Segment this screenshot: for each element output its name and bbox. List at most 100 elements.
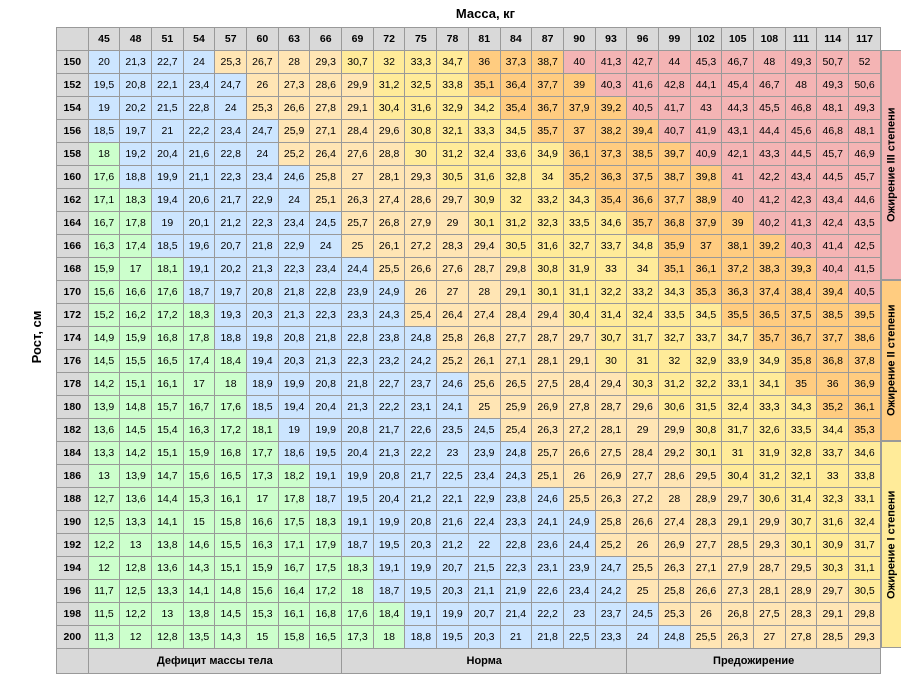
bmi-cell: 49,3 <box>785 51 817 74</box>
axis-top-label: Масса, кг <box>70 0 901 27</box>
bmi-cell: 38,5 <box>627 143 659 166</box>
bmi-cell: 44,5 <box>785 143 817 166</box>
bmi-cell: 24,1 <box>532 511 564 534</box>
bmi-cell: 39 <box>722 212 754 235</box>
bmi-cell: 39,5 <box>849 304 881 327</box>
bmi-cell: 42,5 <box>849 235 881 258</box>
bmi-cell: 23 <box>563 603 595 626</box>
col-header: 45 <box>88 28 120 51</box>
bmi-cell: 18 <box>88 143 120 166</box>
row-header: 186 <box>57 465 89 488</box>
bmi-cell: 17,8 <box>183 327 215 350</box>
col-header: 60 <box>247 28 279 51</box>
bmi-cell: 16,7 <box>278 557 310 580</box>
bmi-cell: 18 <box>373 626 405 649</box>
bmi-cell: 25 <box>627 580 659 603</box>
bmi-cell: 15,6 <box>88 281 120 304</box>
bmi-cell: 27,4 <box>658 511 690 534</box>
bmi-cell: 34,6 <box>849 442 881 465</box>
bmi-cell: 23,4 <box>183 74 215 97</box>
bmi-cell: 32,1 <box>785 465 817 488</box>
bmi-cell: 43,5 <box>849 212 881 235</box>
bmi-cell: 15 <box>247 626 279 649</box>
bmi-cell: 18,7 <box>183 281 215 304</box>
bmi-cell: 20,8 <box>373 465 405 488</box>
bmi-cell: 46,8 <box>817 120 849 143</box>
bmi-cell: 24,2 <box>595 580 627 603</box>
row-header: 160 <box>57 166 89 189</box>
bmi-cell: 42,8 <box>658 74 690 97</box>
bmi-cell: 39,3 <box>785 258 817 281</box>
bmi-cell: 23,9 <box>468 442 500 465</box>
bmi-cell: 29,8 <box>849 603 881 626</box>
bmi-cell: 24,5 <box>468 419 500 442</box>
bmi-cell: 25,2 <box>595 534 627 557</box>
bmi-cell: 16,2 <box>120 304 152 327</box>
col-header: 108 <box>754 28 786 51</box>
bmi-cell: 13,8 <box>183 603 215 626</box>
bmi-cell: 21,7 <box>405 465 437 488</box>
bmi-cell: 37,7 <box>532 74 564 97</box>
bmi-cell: 35,9 <box>658 235 690 258</box>
bmi-cell: 28,4 <box>500 304 532 327</box>
bmi-cell: 25,7 <box>532 442 564 465</box>
bmi-cell: 14,5 <box>88 350 120 373</box>
bmi-cell: 28,6 <box>405 189 437 212</box>
bmi-cell: 19,9 <box>278 373 310 396</box>
bmi-cell: 15,5 <box>215 534 247 557</box>
row-header: 184 <box>57 442 89 465</box>
bmi-cell: 19,8 <box>247 327 279 350</box>
bmi-cell: 35,7 <box>532 120 564 143</box>
bmi-cell: 29 <box>627 419 659 442</box>
bmi-cell: 26,8 <box>468 327 500 350</box>
bmi-cell: 36,7 <box>532 97 564 120</box>
bmi-cell: 29,3 <box>405 166 437 189</box>
bmi-cell: 11,7 <box>88 580 120 603</box>
bmi-cell: 36,9 <box>849 373 881 396</box>
bmi-cell: 33,6 <box>500 143 532 166</box>
bmi-cell: 49,3 <box>849 97 881 120</box>
bmi-cell: 21,3 <box>247 258 279 281</box>
bmi-cell: 29,1 <box>342 97 374 120</box>
col-header: 96 <box>627 28 659 51</box>
side-category-label: Ожирение I степени <box>881 441 901 648</box>
bmi-cell: 19,4 <box>278 396 310 419</box>
bmi-cell: 25,8 <box>595 511 627 534</box>
row-header: 182 <box>57 419 89 442</box>
bmi-cell: 20,3 <box>437 580 469 603</box>
bmi-cell: 42,1 <box>722 143 754 166</box>
bmi-cell: 29,4 <box>595 373 627 396</box>
bmi-cell: 26 <box>627 534 659 557</box>
bmi-cell: 16,5 <box>151 350 183 373</box>
row-header: 166 <box>57 235 89 258</box>
bmi-cell: 39,8 <box>690 166 722 189</box>
bmi-cell: 17,2 <box>151 304 183 327</box>
bmi-cell: 25,3 <box>658 603 690 626</box>
bmi-cell: 18,9 <box>247 373 279 396</box>
bmi-cell: 35,1 <box>658 258 690 281</box>
bmi-cell: 24,8 <box>500 442 532 465</box>
bmi-cell: 18,6 <box>278 442 310 465</box>
bmi-table: 4548515457606366697275788184879093969910… <box>56 27 881 674</box>
bmi-cell: 23,6 <box>532 534 564 557</box>
bmi-cell: 20,4 <box>373 488 405 511</box>
bmi-cell: 12,8 <box>120 557 152 580</box>
bmi-cell: 21,9 <box>500 580 532 603</box>
bmi-cell: 40,4 <box>817 258 849 281</box>
bmi-cell: 22,1 <box>151 74 183 97</box>
bmi-cell: 31,4 <box>785 488 817 511</box>
bmi-cell: 37 <box>690 235 722 258</box>
bmi-cell: 39 <box>563 74 595 97</box>
bmi-cell: 25,8 <box>310 166 342 189</box>
bmi-cell: 13 <box>151 603 183 626</box>
bmi-cell: 15,8 <box>278 626 310 649</box>
bmi-cell: 23,9 <box>342 281 374 304</box>
bmi-cell: 33,3 <box>754 396 786 419</box>
bmi-cell: 21,3 <box>278 304 310 327</box>
bmi-cell: 18,3 <box>342 557 374 580</box>
bmi-cell: 16,3 <box>183 419 215 442</box>
bmi-cell: 31,7 <box>722 419 754 442</box>
bmi-cell: 28,5 <box>722 534 754 557</box>
bmi-cell: 17,6 <box>88 166 120 189</box>
bmi-cell: 16,6 <box>120 281 152 304</box>
